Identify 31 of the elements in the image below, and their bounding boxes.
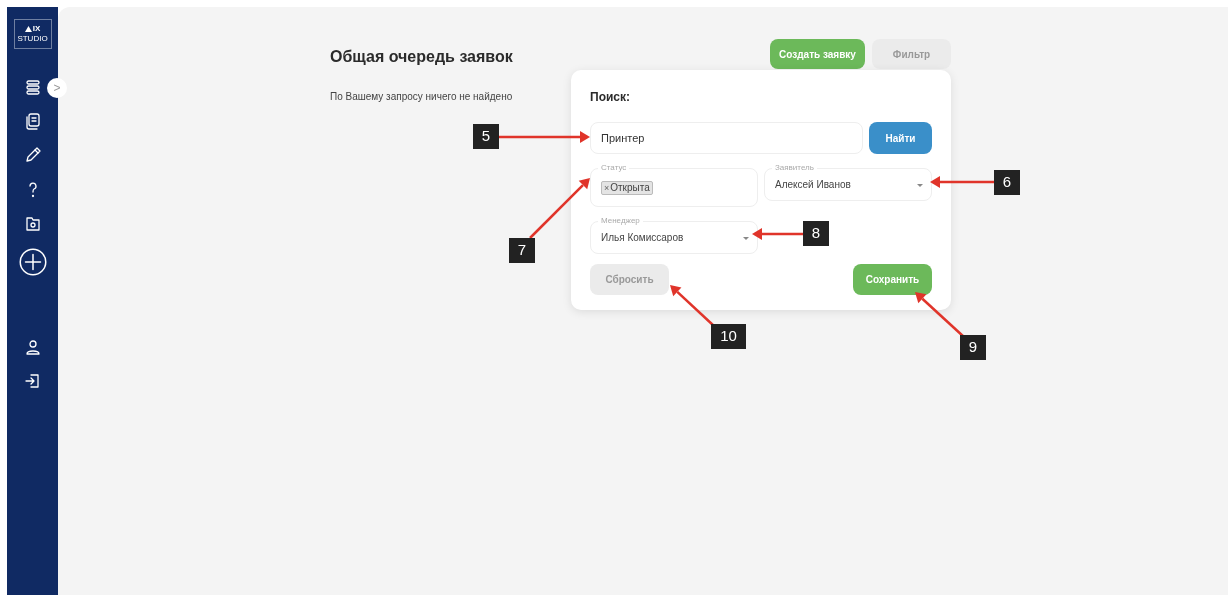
filter-button[interactable]: Фильтр <box>872 39 951 69</box>
field-value: Алексей Иванов <box>775 178 851 192</box>
search-field[interactable]: Принтер <box>590 122 863 154</box>
panel-heading: Поиск: <box>590 89 631 106</box>
remove-icon[interactable]: × <box>604 181 610 194</box>
field-label: Менеджер <box>598 215 643 227</box>
caret-icon <box>917 184 923 187</box>
field-label: Статус <box>598 162 630 174</box>
annotation-badge: 10 <box>711 324 746 349</box>
caret-icon <box>743 237 749 240</box>
logo: IX STUDIO <box>13 19 52 49</box>
tag-text: Открыта <box>610 181 650 194</box>
annotation-arrow <box>915 292 965 338</box>
annotation-badge: 5 <box>473 124 499 149</box>
find-button[interactable]: Найти <box>869 122 932 154</box>
empty-message: По Вашему запросу ничего не найдено <box>330 90 513 104</box>
reset-button[interactable]: Сбросить <box>590 264 669 295</box>
field-value: Илья Комиссаров <box>601 231 684 245</box>
collapse-toggle[interactable]: > <box>47 78 67 98</box>
annotation-arrow <box>670 285 715 327</box>
add-icon[interactable] <box>17 247 48 277</box>
create-button[interactable]: Создать заявку <box>770 39 865 69</box>
save-button[interactable]: Сохранить <box>853 264 932 295</box>
annotation-badge: 9 <box>960 335 986 360</box>
annotation-badge: 7 <box>509 238 535 263</box>
annotation-arrow <box>930 176 994 188</box>
annotation-badge: 8 <box>803 221 829 246</box>
page-title: Общая очередь заявок <box>330 47 513 67</box>
annotation-arrow <box>529 178 590 239</box>
annotation-arrow <box>752 228 803 240</box>
annotation-badge: 6 <box>994 170 1020 195</box>
